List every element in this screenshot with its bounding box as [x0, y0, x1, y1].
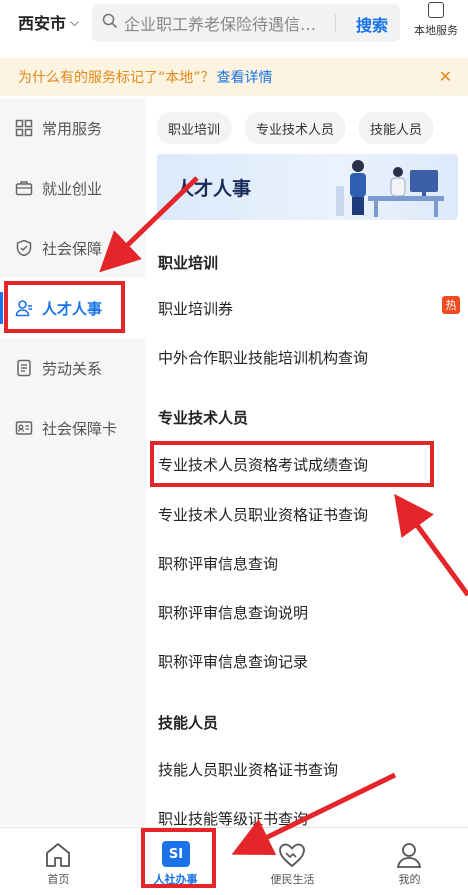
list-item[interactable]: 中外合作职业技能培训机构查询: [146, 333, 468, 381]
sidebar-item-labor[interactable]: 劳动关系: [0, 338, 146, 398]
notice-details-link[interactable]: 查看详情: [217, 67, 273, 87]
chevron-down-icon: ⌵: [70, 14, 80, 29]
app-screen: 西安市 ⌵ 企业职工养老保险待遇信… 搜索 本地服务 为什么有的服务标记了“本地…: [0, 0, 468, 895]
grid-icon: [15, 119, 33, 137]
office-illustration: [336, 160, 444, 217]
bottom-tab-bar: 首页 SI 人社办事 便民生活 我的: [0, 827, 468, 895]
list-item[interactable]: 职称评审信息查询说明: [146, 588, 468, 636]
sidebar-item-label: 社会保障卡: [42, 419, 118, 438]
tab-home[interactable]: 首页: [0, 828, 117, 895]
sidebar-item-label: 劳动关系: [42, 359, 103, 378]
notice-text: 为什么有的服务标记了“本地”？: [18, 70, 215, 86]
briefcase-icon: [15, 179, 33, 197]
list-item-label: 职称评审信息查询: [158, 554, 279, 573]
si-icon: SI: [162, 841, 190, 867]
hot-badge: 热: [442, 296, 460, 314]
tab-life-services[interactable]: 便民生活: [234, 828, 351, 895]
category-sidebar: 常用服务 就业创业 社会保障 人才人事 劳动关系 社会保障卡: [0, 98, 146, 825]
list-item-label: 职业培训券: [158, 299, 234, 318]
sidebar-item-label: 社会保障: [42, 239, 103, 258]
user-icon: [396, 843, 422, 868]
list-item-label: 技能人员职业资格证书查询: [158, 760, 339, 779]
chip-skilled-workers[interactable]: 技能人员: [358, 112, 435, 144]
local-service-button[interactable]: 本地服务: [410, 2, 462, 38]
search-box[interactable]: 企业职工养老保险待遇信… 搜索: [92, 4, 400, 42]
tab-label: 首页: [47, 873, 70, 886]
sidebar-item-common[interactable]: 常用服务: [0, 98, 146, 158]
chip-vocational-training[interactable]: 职业培训: [156, 112, 233, 144]
top-bar: 西安市 ⌵ 企业职工养老保险待遇信… 搜索 本地服务: [0, 0, 468, 48]
sidebar-item-employment[interactable]: 就业创业: [0, 158, 146, 218]
sidebar-item-talent[interactable]: 人才人事: [0, 278, 146, 338]
tab-mine[interactable]: 我的: [351, 828, 468, 895]
banner-title: 人才人事: [175, 178, 252, 200]
section-heading: 职业培训: [158, 254, 219, 272]
tab-label: 便民生活: [270, 873, 315, 886]
city-label: 西安市: [18, 14, 67, 33]
tab-label: 我的: [398, 873, 421, 886]
tab-hrss-services[interactable]: SI 人社办事: [117, 828, 234, 895]
list-item[interactable]: 职称评审信息查询记录: [146, 637, 468, 685]
list-item[interactable]: 专业技术人员职业资格证书查询: [146, 490, 468, 538]
sidebar-item-label: 常用服务: [42, 119, 103, 138]
handshake-icon: [279, 843, 305, 868]
sidebar-item-ss-card[interactable]: 社会保障卡: [0, 398, 146, 458]
notice-banner: 为什么有的服务标记了“本地”？ 查看详情 ✕: [0, 58, 468, 96]
list-item-label: 职称评审信息查询记录: [158, 652, 309, 671]
list-item[interactable]: 职称评审信息查询: [146, 539, 468, 587]
list-item-label: 职业技能等级证书查询: [158, 809, 309, 828]
local-service-label: 本地服务: [414, 24, 458, 37]
search-input[interactable]: 企业职工养老保险待遇信…: [124, 11, 348, 35]
section-heading: 技能人员: [158, 714, 219, 732]
id-card-icon: [15, 419, 33, 437]
close-icon[interactable]: ✕: [439, 67, 452, 86]
search-icon: [102, 13, 118, 33]
checkbox-icon: [428, 2, 444, 18]
tab-label: 人社办事: [153, 873, 198, 886]
sidebar-item-social-security[interactable]: 社会保障: [0, 218, 146, 278]
sidebar-item-label: 人才人事: [42, 299, 103, 318]
list-item-label: 专业技术人员职业资格证书查询: [158, 505, 369, 524]
sidebar-item-label: 就业创业: [42, 179, 103, 198]
subcategory-chips: 职业培训 专业技术人员 技能人员: [156, 112, 435, 144]
list-item[interactable]: 专业技术人员资格考试成绩查询: [146, 440, 468, 488]
city-selector[interactable]: 西安市 ⌵: [18, 10, 79, 34]
list-item-label: 中外合作职业技能培训机构查询: [158, 348, 369, 367]
shield-icon: [15, 239, 33, 257]
list-item[interactable]: 职业培训券: [146, 284, 468, 332]
list-item-label: 专业技术人员资格考试成绩查询: [158, 455, 369, 474]
list-item-label: 职称评审信息查询说明: [158, 603, 309, 622]
chip-professional-tech[interactable]: 专业技术人员: [244, 112, 347, 144]
list-item[interactable]: 技能人员职业资格证书查询: [146, 745, 468, 793]
home-icon: [46, 843, 70, 867]
search-divider: [335, 14, 336, 32]
search-button[interactable]: 搜索: [356, 12, 388, 36]
section-heading: 专业技术人员: [158, 409, 249, 427]
person-icon: [15, 299, 33, 317]
document-icon: [15, 359, 33, 377]
talent-banner: 人才人事: [157, 154, 458, 220]
